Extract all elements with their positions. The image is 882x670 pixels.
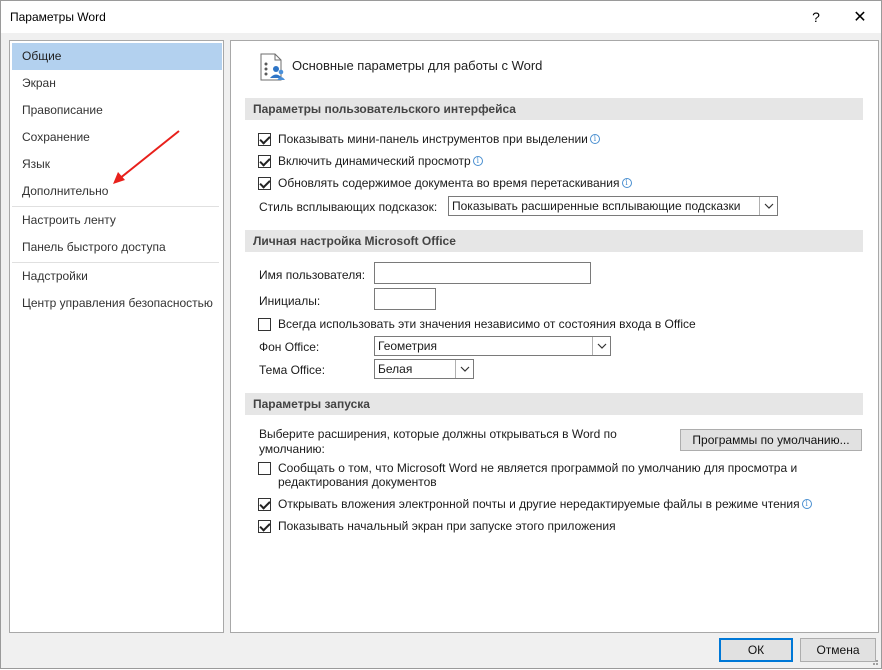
option-always-use[interactable]: Всегда использовать эти значения независ… <box>258 315 696 333</box>
info-icon[interactable]: i <box>589 134 600 144</box>
option-reading-mode[interactable]: Открывать вложения электронной почты и д… <box>258 495 812 513</box>
nav-item-language[interactable]: Язык <box>12 151 222 178</box>
chevron-down-icon[interactable] <box>759 197 777 215</box>
option-label: Показывать мини-панель инструментов при … <box>278 132 588 146</box>
nav-item-addins[interactable]: Надстройки <box>12 263 222 290</box>
option-label: Открывать вложения электронной почты и д… <box>278 497 800 511</box>
nav-item-proofing[interactable]: Правописание <box>12 97 222 124</box>
username-label: Имя пользователя: <box>259 268 366 282</box>
close-icon: ✕ <box>853 9 867 26</box>
option-label: Показывать начальный экран при запуске э… <box>278 519 616 533</box>
extensions-text: Выберите расширения, которые должны откр… <box>259 427 617 441</box>
info-icon[interactable]: i <box>472 156 483 166</box>
nav-item-quick-access[interactable]: Панель быстрого доступа <box>12 234 222 261</box>
always-use-checkbox[interactable] <box>258 317 271 331</box>
office-background-select[interactable]: Геометрия <box>374 336 611 356</box>
option-start-screen[interactable]: Показывать начальный экран при запуске э… <box>258 517 616 535</box>
office-background-value: Геометрия <box>378 339 437 353</box>
live-preview-checkbox[interactable] <box>258 154 271 168</box>
panel-heading: Основные параметры для работы с Word <box>292 58 543 73</box>
section-header-personalize: Личная настройка Microsoft Office <box>245 230 863 252</box>
option-mini-toolbar[interactable]: Показывать мини-панель инструментов при … <box>258 130 600 148</box>
option-live-preview[interactable]: Включить динамический просмотр i <box>258 152 483 170</box>
office-theme-label: Тема Office: <box>259 363 326 377</box>
nav-item-display[interactable]: Экран <box>12 70 222 97</box>
option-update-on-drag[interactable]: Обновлять содержимое документа во время … <box>258 174 632 192</box>
nav-item-customize-ribbon[interactable]: Настроить ленту <box>12 207 222 234</box>
window-title: Параметры Word <box>10 10 106 24</box>
tooltip-style-label: Стиль всплывающих подсказок: <box>259 200 438 214</box>
chevron-down-icon[interactable] <box>592 337 610 355</box>
option-label: Обновлять содержимое документа во время … <box>278 176 620 190</box>
settings-panel: Основные параметры для работы с Word Пар… <box>230 40 879 633</box>
reading-mode-checkbox[interactable] <box>258 497 271 511</box>
option-label: Сообщать о том, что Microsoft Word не яв… <box>278 461 798 475</box>
info-icon[interactable]: i <box>801 499 812 509</box>
category-nav: Общие Экран Правописание Сохранение Язык… <box>9 40 224 633</box>
nav-item-trust-center[interactable]: Центр управления безопасностью <box>12 290 222 317</box>
extensions-text-line2: умолчанию: <box>259 442 325 456</box>
notify-default-checkbox[interactable] <box>258 461 271 475</box>
office-theme-value: Белая <box>378 362 413 376</box>
resize-grip-icon[interactable] <box>869 656 879 666</box>
mini-toolbar-checkbox[interactable] <box>258 132 271 146</box>
cancel-button[interactable]: Отмена <box>800 638 876 662</box>
option-label: Всегда использовать эти значения независ… <box>278 317 696 331</box>
word-options-dialog: Параметры Word ? ✕ Общие Экран Правописа… <box>0 0 882 669</box>
option-label-continued: редактирования документов <box>278 475 437 489</box>
general-settings-icon <box>260 53 285 81</box>
update-on-drag-checkbox[interactable] <box>258 176 271 190</box>
initials-input[interactable] <box>374 288 436 310</box>
initials-label: Инициалы: <box>259 294 321 308</box>
tooltip-style-select[interactable]: Показывать расширенные всплывающие подск… <box>448 196 778 216</box>
title-bar: Параметры Word ? ✕ <box>1 1 881 33</box>
default-programs-button[interactable]: Программы по умолчанию... <box>680 429 862 451</box>
info-icon[interactable]: i <box>621 178 632 188</box>
nav-item-save[interactable]: Сохранение <box>12 124 222 151</box>
help-button[interactable]: ? <box>793 1 839 33</box>
nav-item-general[interactable]: Общие <box>12 43 222 70</box>
ok-button[interactable]: ОК <box>719 638 793 662</box>
tooltip-style-value: Показывать расширенные всплывающие подск… <box>452 199 741 213</box>
chevron-down-icon[interactable] <box>455 360 473 378</box>
username-input[interactable] <box>374 262 591 284</box>
section-header-startup: Параметры запуска <box>245 393 863 415</box>
close-button[interactable]: ✕ <box>837 1 882 33</box>
section-header-ui: Параметры пользовательского интерфейса <box>245 98 863 120</box>
start-screen-checkbox[interactable] <box>258 519 271 533</box>
nav-item-advanced[interactable]: Дополнительно <box>12 178 222 205</box>
office-theme-select[interactable]: Белая <box>374 359 474 379</box>
option-label: Включить динамический просмотр <box>278 154 471 168</box>
office-background-label: Фон Office: <box>259 340 320 354</box>
